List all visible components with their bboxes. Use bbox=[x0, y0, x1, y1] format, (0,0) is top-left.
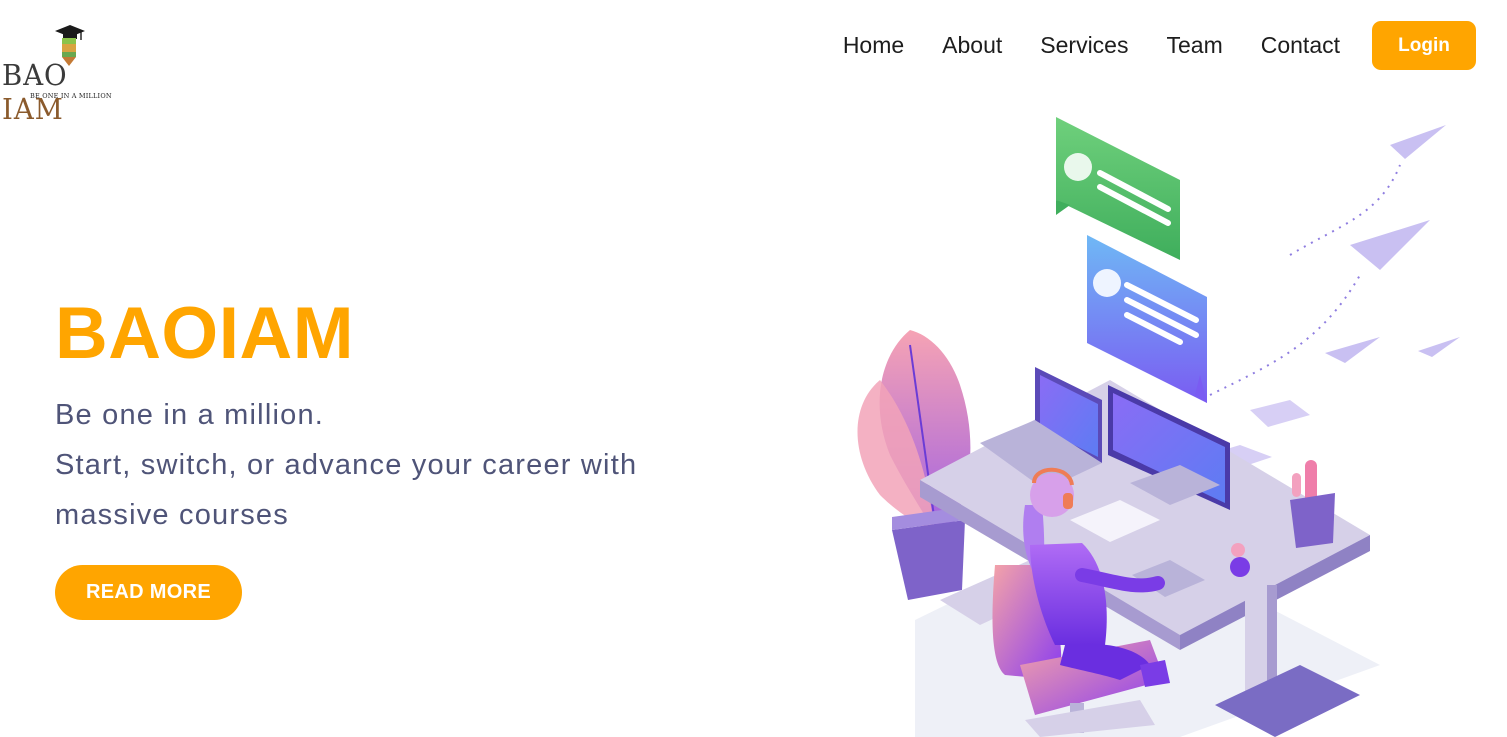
main-nav: Home About Services Team Contact Login bbox=[843, 21, 1476, 70]
login-button[interactable]: Login bbox=[1372, 21, 1476, 70]
read-more-button[interactable]: READ MORE bbox=[55, 565, 242, 620]
nav-team[interactable]: Team bbox=[1166, 21, 1222, 70]
hero-subtitle: Be one in a million. Start, switch, or a… bbox=[55, 390, 715, 540]
hero-description: Start, switch, or advance your career wi… bbox=[55, 449, 638, 531]
paper-plane-icon bbox=[1325, 125, 1460, 363]
chat-bubble-blue-icon bbox=[1087, 235, 1207, 403]
nav-contact[interactable]: Contact bbox=[1261, 21, 1340, 70]
nav-about[interactable]: About bbox=[942, 21, 1002, 70]
landing-page: BAOIAM BE ONE IN A MILLION Home About Se… bbox=[0, 0, 1507, 737]
nav-services[interactable]: Services bbox=[1040, 21, 1128, 70]
brand-logo[interactable]: BAOIAM BE ONE IN A MILLION bbox=[0, 20, 130, 126]
hero-illustration bbox=[857, 117, 1460, 737]
nav-home[interactable]: Home bbox=[843, 21, 904, 70]
cactus-icon bbox=[1290, 460, 1335, 548]
logo-tagline: BE ONE IN A MILLION bbox=[30, 92, 112, 100]
chat-bubble-green-icon bbox=[1056, 117, 1180, 260]
hero-tagline: Be one in a million. bbox=[55, 399, 325, 431]
hero-title: BAOIAM bbox=[55, 293, 355, 374]
